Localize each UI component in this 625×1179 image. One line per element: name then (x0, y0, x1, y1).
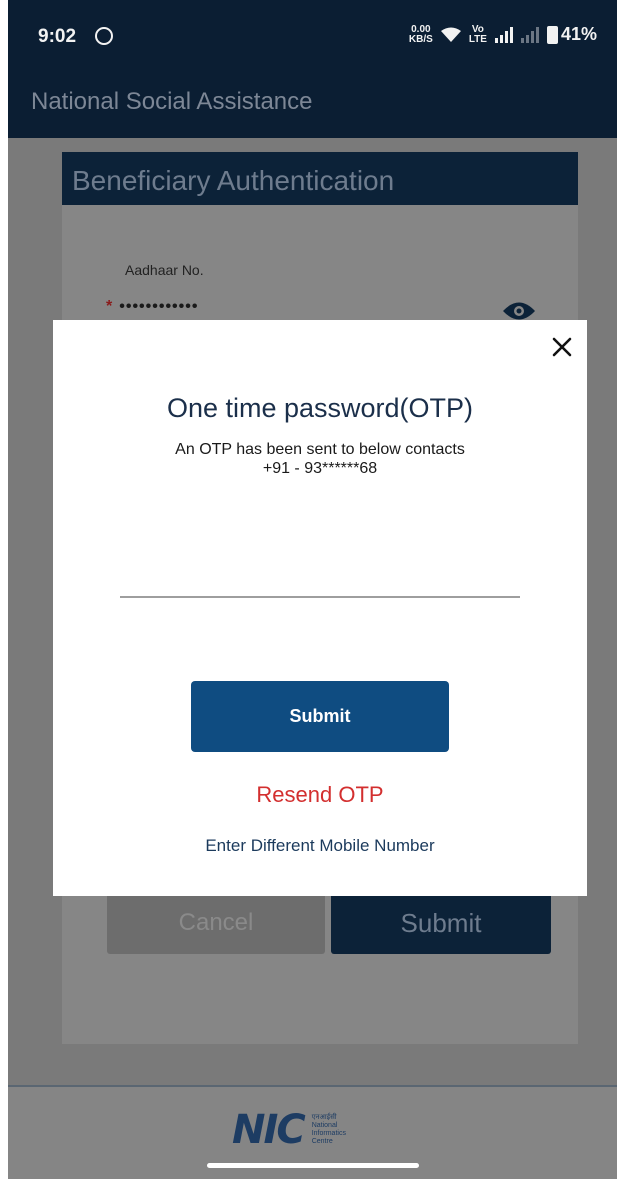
otp-submit-button[interactable]: Submit (191, 681, 449, 752)
status-bar: 9:02 0.00 KB/S Vo LTE 41% (8, 0, 617, 72)
nic-logo-text: NIC (232, 1107, 306, 1153)
nic-logo: NIC एनआईसी National Informatics Centre (232, 1107, 362, 1153)
speed-unit: KB/S (408, 33, 433, 45)
volte-label: Vo (471, 23, 484, 35)
required-marker: * (106, 298, 114, 315)
signal-icon (494, 26, 513, 43)
wifi-icon (440, 27, 461, 43)
cancel-button[interactable]: Cancel (107, 892, 325, 954)
section-header: Beneficiary Authentication (62, 152, 578, 205)
app-bar: National Social Assistance (8, 72, 617, 138)
section-title: Beneficiary Authentication (72, 165, 395, 196)
app-title: National Social Assistance (31, 88, 313, 115)
battery-percent: 41% (560, 24, 597, 44)
resend-otp-link[interactable]: Resend OTP (53, 782, 587, 808)
home-indicator[interactable] (207, 1163, 419, 1168)
status-time: 9:02 (38, 26, 77, 47)
volte-indicator: Vo LTE (468, 23, 487, 45)
nic-sub-line-3: Centre (311, 1138, 333, 1145)
nic-sub-line-2: Informatics (311, 1130, 346, 1137)
different-mobile-link[interactable]: Enter Different Mobile Number (53, 836, 587, 856)
close-icon[interactable] (547, 332, 577, 362)
otp-phone-number: +91 - 93******68 (262, 460, 378, 477)
nic-sub-hindi: एनआईसी (311, 1114, 337, 1121)
otp-dialog-title: One time password(OTP) (166, 393, 474, 423)
network-speed: 0.00 KB/S (408, 23, 433, 45)
otp-message: An OTP has been sent to below contacts +… (53, 440, 587, 478)
aadhaar-masked-value: •••••••••••• (119, 298, 199, 315)
status-icons: 0.00 KB/S Vo LTE 41% (409, 24, 597, 45)
form-submit-button[interactable]: Submit (331, 892, 551, 954)
aadhaar-field[interactable]: * •••••••••••• (106, 298, 198, 316)
battery-icon (546, 25, 558, 44)
lte-label: LTE (468, 33, 487, 45)
nic-sub-line-1: National (311, 1122, 338, 1129)
aadhaar-label: Aadhaar No. (125, 262, 204, 278)
battery: 41% (546, 24, 597, 45)
phone-screen: 9:02 0.00 KB/S Vo LTE 41% National Socia… (8, 0, 617, 1179)
nic-logo-subtitle: एनआईसी National Informatics Centre (312, 1114, 362, 1146)
speed-value: 0.00 (411, 23, 431, 35)
otp-dialog: One time password(OTP) An OTP has been s… (53, 320, 587, 896)
otp-input[interactable] (120, 560, 520, 598)
otp-sent-text: An OTP has been sent to below contacts (175, 441, 465, 458)
whatsapp-icon (95, 27, 113, 45)
signal-icon-sim2 (520, 26, 539, 43)
